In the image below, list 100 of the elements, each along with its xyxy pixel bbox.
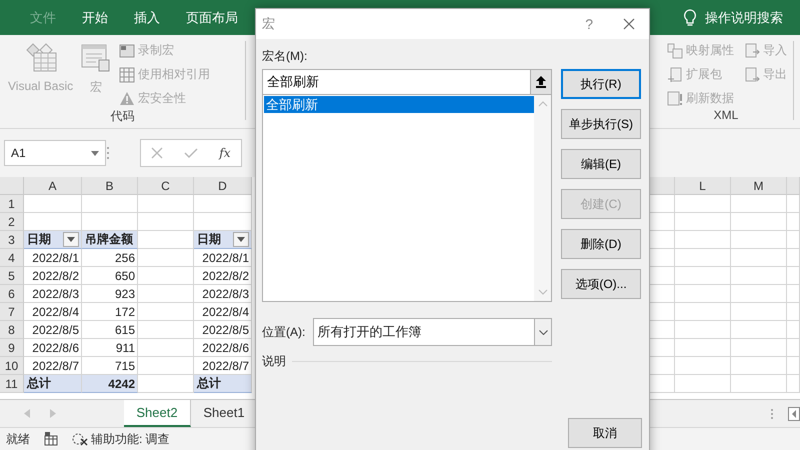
field-label: 位置(A): (262, 324, 306, 341)
table-cell (194, 195, 252, 213)
table-cell (731, 195, 787, 213)
upload-icon[interactable] (536, 76, 546, 88)
table-cell (675, 231, 731, 249)
lightbulb-icon (683, 8, 697, 26)
table-cell (648, 375, 675, 393)
table-cell (648, 321, 675, 339)
table-cell (648, 285, 675, 303)
table-cell (731, 249, 787, 267)
table-cell (675, 267, 731, 285)
row-header: 3 (0, 231, 24, 249)
ribbon-tab[interactable]: 插入 (134, 8, 160, 26)
table-cell: 172 (114, 304, 135, 318)
table-cell (648, 231, 675, 249)
table-cell: 日期 (197, 231, 221, 248)
table-cell: 总计 (27, 375, 51, 392)
document-icon (667, 66, 683, 82)
macro-record-icon (44, 432, 58, 446)
ribbon-tab[interactable]: 页面布局 (186, 8, 238, 26)
scroll-left-icon[interactable] (788, 406, 800, 420)
row-header: 10 (0, 357, 24, 375)
name-box[interactable]: A1 (4, 140, 106, 166)
macro-icon (81, 43, 112, 73)
table-cell (82, 195, 138, 213)
select-all-button[interactable] (0, 177, 24, 195)
filter-button[interactable] (233, 232, 249, 247)
row-header: 1 (0, 195, 24, 213)
dialog-button[interactable]: 执行(R) (561, 69, 641, 99)
help-button[interactable]: ? (585, 16, 593, 32)
table-cell (731, 357, 787, 375)
grip-icon (106, 146, 110, 160)
insert-function-button[interactable]: fx (219, 146, 231, 160)
row-header: 2 (0, 213, 24, 231)
accessibility-status[interactable]: 辅助功能: 调查 (91, 430, 170, 448)
table-cell (675, 303, 731, 321)
macro-name-field[interactable]: 全部刷新 (262, 69, 552, 95)
row-header: 5 (0, 267, 24, 285)
table-cell (648, 267, 675, 285)
column-header (787, 177, 800, 195)
table-cell (787, 231, 800, 249)
document-icon (744, 42, 760, 58)
table-cell (675, 195, 731, 213)
table-cell: 2022/8/7 (32, 358, 79, 372)
table-cell (787, 285, 800, 303)
table-cell (648, 213, 675, 231)
column-header: D (194, 177, 252, 195)
scroll-down-icon[interactable] (538, 289, 548, 295)
dialog-button[interactable]: 单步执行(S) (561, 109, 641, 139)
table-cell (731, 267, 787, 285)
warning-icon (119, 90, 136, 106)
table-cell: 2022/8/1 (32, 250, 79, 264)
table-cell (731, 303, 787, 321)
row-header: 11 (0, 375, 24, 393)
previous-sheet-icon[interactable] (24, 409, 30, 418)
table-cell (675, 339, 731, 357)
next-sheet-icon[interactable] (50, 409, 56, 418)
table-cell: 2022/8/3 (202, 286, 249, 300)
scroll-up-icon[interactable] (538, 101, 548, 107)
table-cell: 2022/8/1 (202, 250, 249, 264)
table-cell: 715 (114, 358, 135, 372)
column-header: C (138, 177, 194, 195)
table-cell (787, 321, 800, 339)
caret-icon (67, 237, 75, 242)
grip-icon[interactable] (770, 408, 774, 420)
table-cell (787, 357, 800, 375)
group-label: 代码 (110, 108, 136, 124)
tell-me-search[interactable]: 操作说明搜索 (705, 8, 783, 26)
table-cell (787, 249, 800, 267)
table-cell: 911 (116, 340, 135, 354)
list-item[interactable]: 全部刷新 (264, 96, 534, 113)
table-cell (731, 339, 787, 357)
table-cell (787, 303, 800, 321)
table-cell: 2022/8/2 (32, 268, 79, 282)
table-cell (648, 339, 675, 357)
status-text: 就绪 (6, 430, 30, 448)
table-cell (787, 195, 800, 213)
dialog-button[interactable]: 删除(D) (561, 229, 641, 259)
cancel-icon (151, 147, 164, 159)
table-cell (731, 231, 787, 249)
table-cell: 2022/8/5 (202, 322, 249, 336)
close-icon[interactable] (623, 18, 635, 30)
table-cell: 650 (114, 268, 135, 282)
sheet-tab[interactable]: Sheet2 (124, 400, 191, 427)
check-icon (184, 147, 198, 159)
dialog-title: 宏 (262, 15, 275, 33)
filter-button[interactable] (63, 232, 79, 247)
ribbon-tab[interactable]: 开始 (82, 8, 108, 26)
dialog-button[interactable]: 编辑(E) (561, 149, 641, 179)
table-cell: 256 (114, 250, 135, 264)
dialog-button[interactable]: 选项(O)... (561, 269, 641, 299)
table-cell (138, 195, 194, 213)
group-label: XML (712, 108, 740, 122)
table-cell: 2022/8/2 (202, 268, 249, 282)
table-cell (675, 357, 731, 375)
table-cell: 615 (114, 322, 135, 336)
location-dropdown[interactable]: 所有打开的工作簿 (313, 318, 552, 346)
cancel-button[interactable]: 取消 (568, 418, 642, 448)
module-icon (24, 43, 58, 73)
table-cell (731, 285, 787, 303)
